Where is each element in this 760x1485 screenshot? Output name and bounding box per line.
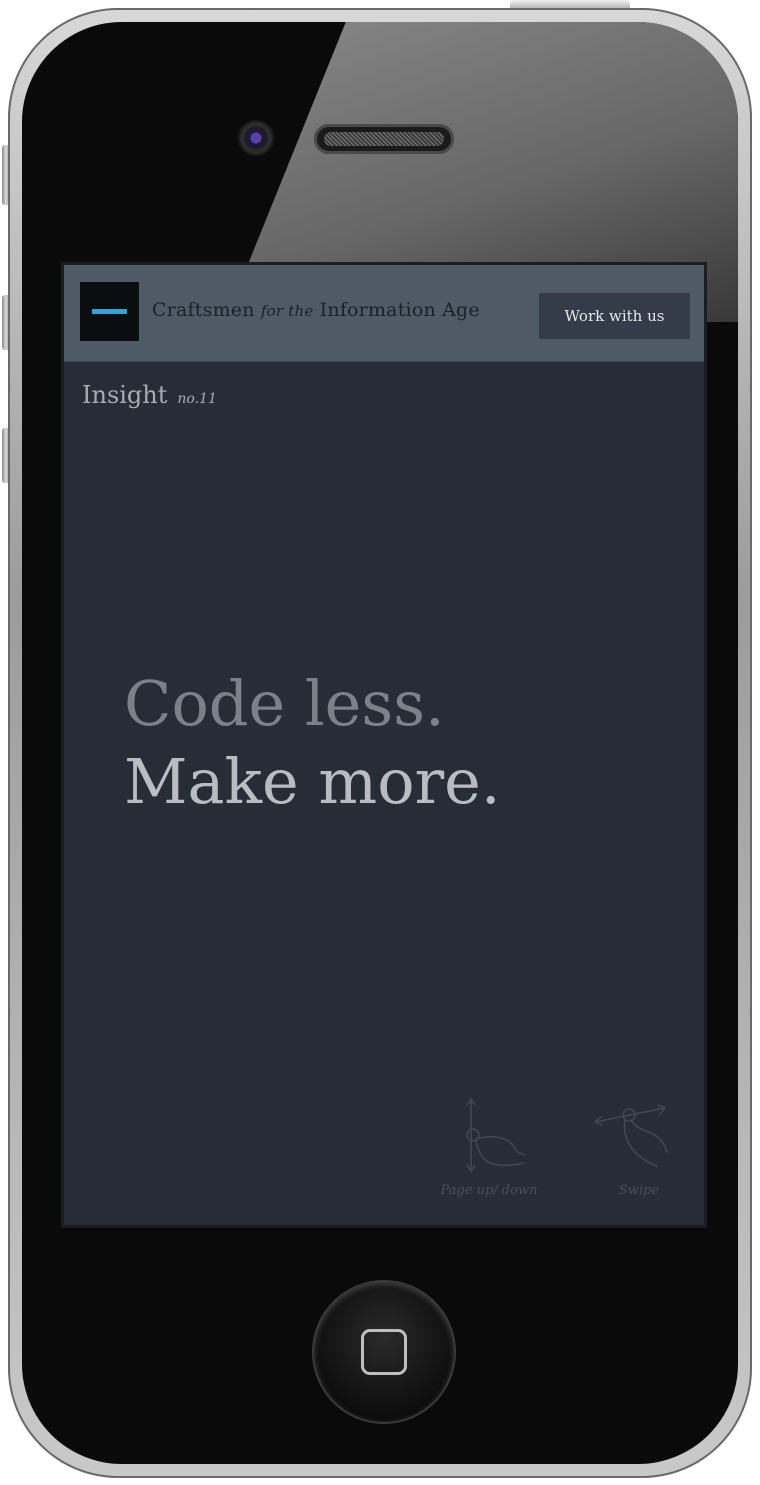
home-button-square-icon [361, 1329, 407, 1375]
work-with-us-button[interactable]: Work with us [539, 293, 690, 339]
brand-italic: for the [260, 302, 314, 320]
brand-part1: Craftsmen [152, 299, 255, 321]
page-updown-label: Page up/ down [440, 1183, 538, 1198]
earpiece-speaker [314, 124, 454, 154]
swipe-label: Swipe [618, 1183, 660, 1198]
insight-issue-number: no.11 [177, 391, 217, 407]
brand-part2: Information Age [319, 299, 480, 321]
logo-accent-bar [92, 309, 127, 314]
insight-label: Insight no.11 [82, 381, 217, 409]
hand-horizontal-arrows-icon [594, 1104, 668, 1167]
screen: Craftsmen for the Information Age Work w… [64, 265, 704, 1225]
logo-dash-icon[interactable] [80, 282, 139, 341]
device-frame: Craftsmen for the Information Age Work w… [0, 0, 760, 1485]
home-button[interactable] [314, 1282, 454, 1422]
headline-line-1: Code less. [124, 667, 445, 740]
site-header: Craftsmen for the Information Age Work w… [64, 265, 704, 362]
speaker-grill [324, 132, 444, 146]
insight-title: Insight [82, 381, 168, 409]
headline: Code less. Make more. [124, 665, 501, 821]
headline-line-2: Make more. [124, 745, 501, 818]
brand-tagline: Craftsmen for the Information Age [152, 299, 480, 329]
front-camera-icon [240, 122, 272, 154]
hand-vertical-arrows-icon [466, 1098, 525, 1172]
page-updown-hint: Page up/ down [434, 1095, 544, 1198]
swipe-hint: Swipe [584, 1100, 694, 1198]
